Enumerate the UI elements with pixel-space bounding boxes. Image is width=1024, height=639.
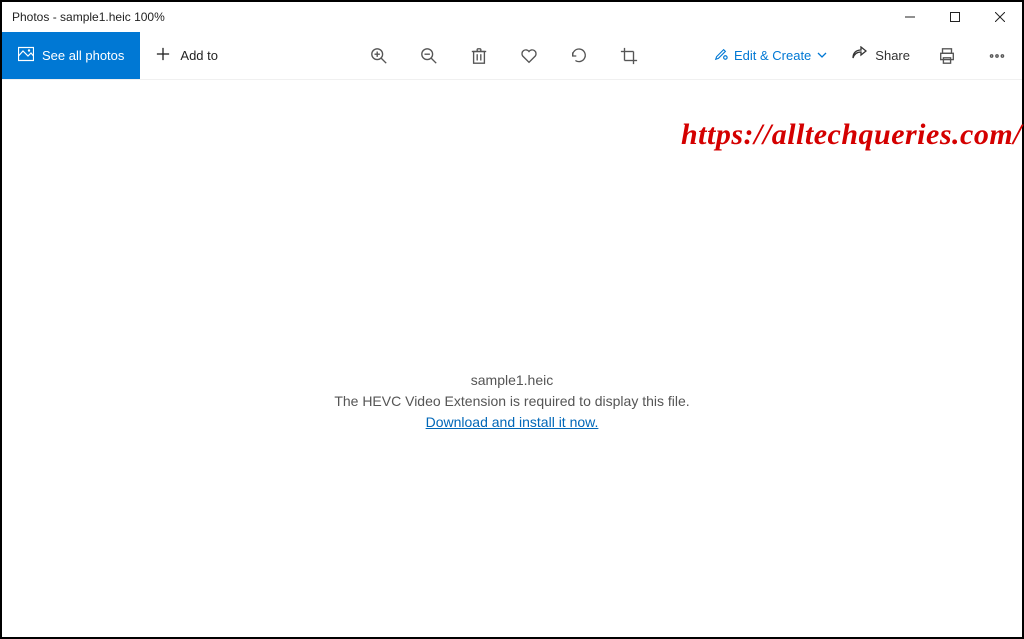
edit-icon [714, 47, 728, 64]
titlebar: Photos - sample1.heic 100% [2, 2, 1022, 32]
favorite-button[interactable] [504, 32, 554, 80]
close-button[interactable] [977, 2, 1022, 32]
watermark-text: https://alltechqueries.com/ [681, 118, 1022, 152]
rotate-button[interactable] [554, 32, 604, 80]
see-all-photos-button[interactable]: See all photos [2, 32, 140, 79]
download-extension-link[interactable]: Download and install it now. [426, 414, 599, 430]
share-button[interactable]: Share [839, 32, 922, 79]
center-tools [354, 32, 654, 79]
add-to-button[interactable]: Add to [140, 32, 234, 79]
maximize-button[interactable] [932, 2, 977, 32]
content-area: https://alltechqueries.com/ sample1.heic… [2, 80, 1022, 637]
share-label: Share [875, 48, 910, 63]
delete-button[interactable] [454, 32, 504, 80]
filename-text: sample1.heic [334, 370, 689, 391]
see-all-photos-label: See all photos [42, 48, 124, 63]
crop-button[interactable] [604, 32, 654, 80]
window-title: Photos - sample1.heic 100% [12, 10, 165, 24]
minimize-button[interactable] [887, 2, 932, 32]
zoom-out-button[interactable] [404, 32, 454, 80]
more-options-button[interactable] [972, 32, 1022, 80]
zoom-in-button[interactable] [354, 32, 404, 80]
add-to-label: Add to [180, 48, 218, 63]
window-controls [887, 2, 1022, 32]
edit-create-label: Edit & Create [734, 48, 811, 63]
error-message-block: sample1.heic The HEVC Video Extension is… [334, 370, 689, 433]
toolbar: See all photos Add to Edit & [2, 32, 1022, 80]
plus-icon [156, 47, 170, 64]
photos-icon [18, 46, 34, 65]
error-message-text: The HEVC Video Extension is required to … [334, 391, 689, 412]
print-button[interactable] [922, 32, 972, 80]
chevron-down-icon [817, 48, 827, 63]
edit-create-button[interactable]: Edit & Create [702, 32, 839, 79]
share-icon [851, 46, 867, 65]
